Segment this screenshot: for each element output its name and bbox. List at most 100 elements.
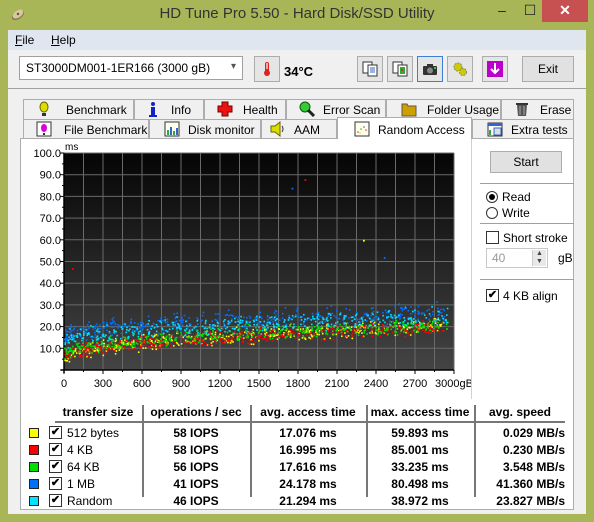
data-point — [95, 323, 98, 326]
data-point — [98, 327, 100, 330]
data-point — [418, 328, 421, 330]
data-point — [335, 333, 338, 336]
data-point — [374, 316, 377, 318]
screenshot-button[interactable] — [417, 56, 443, 82]
data-point — [109, 332, 111, 335]
start-button[interactable]: Start — [490, 151, 562, 173]
data-point — [412, 310, 414, 313]
data-point — [348, 325, 351, 328]
data-point — [376, 311, 379, 313]
data-point — [311, 323, 313, 326]
data-point — [330, 314, 332, 316]
data-point — [343, 318, 345, 320]
data-point — [319, 327, 322, 330]
operations-value: 58 IOPS — [173, 443, 219, 457]
minimize-button[interactable]: – — [488, 0, 516, 22]
align-checkbox[interactable]: ✔ — [486, 289, 499, 302]
tab-aam[interactable]: AAM — [261, 119, 337, 139]
data-point — [267, 321, 269, 324]
series-checkbox[interactable]: ✔ — [49, 460, 62, 473]
data-point — [281, 317, 284, 320]
data-point — [204, 327, 207, 329]
data-point — [119, 342, 122, 344]
series-checkbox[interactable]: ✔ — [49, 426, 62, 439]
data-point — [133, 333, 135, 335]
tab-extra-tests[interactable]: Extra tests — [472, 119, 574, 139]
col-max-access: max. access time — [370, 405, 470, 419]
data-point — [174, 325, 177, 328]
short-stroke-input[interactable]: 40 ▲ ▼ — [486, 248, 548, 268]
series-checkbox[interactable]: ✔ — [49, 443, 62, 456]
data-point — [399, 318, 401, 320]
data-point — [142, 328, 144, 330]
data-point — [91, 335, 93, 338]
magnifier-icon — [299, 101, 315, 117]
data-point — [69, 356, 72, 358]
read-radio[interactable] — [486, 191, 498, 203]
data-point — [65, 329, 67, 331]
data-point — [267, 318, 269, 321]
save-button[interactable] — [482, 56, 508, 82]
menu-help[interactable]: Help — [51, 33, 76, 47]
options-button[interactable] — [447, 56, 473, 82]
temperature-button[interactable] — [254, 56, 280, 82]
data-point — [217, 322, 219, 325]
data-point — [357, 334, 360, 336]
data-point — [257, 335, 259, 337]
exit-button[interactable]: Exit — [522, 56, 574, 82]
data-point — [227, 323, 229, 325]
data-point — [302, 336, 305, 338]
menu-file[interactable]: File — [15, 33, 34, 47]
data-point — [406, 326, 409, 329]
tab-erase[interactable]: Erase — [501, 99, 574, 119]
data-point — [124, 336, 127, 339]
y-tick-label: 100.0 — [33, 148, 61, 160]
drive-select[interactable]: ST3000DM001-1ER166 (3000 gB) ▾ — [19, 56, 243, 80]
data-point — [358, 332, 360, 334]
options-divider — [480, 183, 574, 184]
data-point — [258, 316, 261, 318]
data-point — [414, 312, 416, 314]
data-point — [131, 348, 133, 351]
data-point — [192, 341, 194, 344]
data-point — [153, 346, 155, 349]
data-point — [435, 319, 438, 321]
avg-access-value: 17.616 ms — [279, 460, 337, 474]
data-point — [405, 331, 407, 334]
download-arrow-icon — [487, 61, 503, 77]
data-point — [171, 321, 174, 324]
tab-random-access[interactable]: Random Access — [337, 117, 472, 139]
maximize-button[interactable]: ☐ — [516, 0, 544, 22]
data-point — [74, 355, 76, 358]
data-point — [140, 347, 142, 349]
write-radio[interactable] — [486, 207, 498, 219]
tab-error-scan[interactable]: Error Scan — [286, 99, 386, 119]
data-point — [88, 344, 91, 346]
spin-arrows-icon[interactable]: ▲ ▼ — [532, 250, 546, 266]
data-point — [181, 321, 184, 324]
data-point — [163, 339, 166, 342]
data-point — [237, 318, 239, 320]
data-point — [321, 325, 323, 327]
data-point — [345, 327, 347, 330]
tab-info[interactable]: Info — [134, 99, 204, 119]
tab-file-benchmark[interactable]: File Benchmark — [23, 119, 149, 139]
copy-text-button[interactable] — [357, 56, 383, 82]
data-point — [283, 321, 285, 323]
tab-disk-monitor[interactable]: Disk monitor — [149, 119, 261, 139]
copy-image-button[interactable] — [387, 56, 413, 82]
data-point — [274, 309, 277, 312]
data-point — [180, 343, 183, 345]
data-point — [378, 328, 381, 330]
tab-folder-usage[interactable]: Folder Usage — [386, 99, 501, 119]
tab-benchmark[interactable]: Benchmark — [23, 99, 134, 119]
data-point — [166, 318, 169, 321]
close-button[interactable]: ✕ — [542, 0, 588, 22]
data-point — [251, 335, 253, 338]
series-checkbox[interactable]: ✔ — [49, 494, 62, 507]
data-point — [242, 341, 244, 344]
short-stroke-checkbox[interactable] — [486, 231, 499, 244]
data-point — [406, 328, 409, 331]
series-checkbox[interactable]: ✔ — [49, 477, 62, 490]
tab-health[interactable]: Health — [204, 99, 286, 119]
